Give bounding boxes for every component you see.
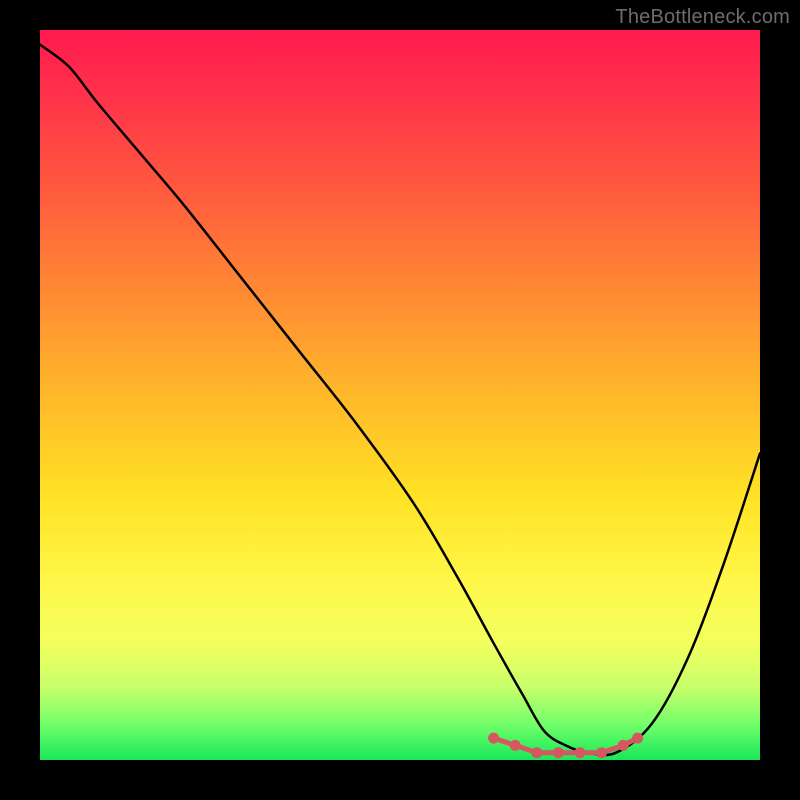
chart-frame: TheBottleneck.com <box>0 0 800 800</box>
chart-plot-area <box>40 30 760 760</box>
attribution-text: TheBottleneck.com <box>615 6 790 29</box>
bottleneck-curve-path <box>40 45 760 756</box>
chart-svg <box>40 30 760 760</box>
